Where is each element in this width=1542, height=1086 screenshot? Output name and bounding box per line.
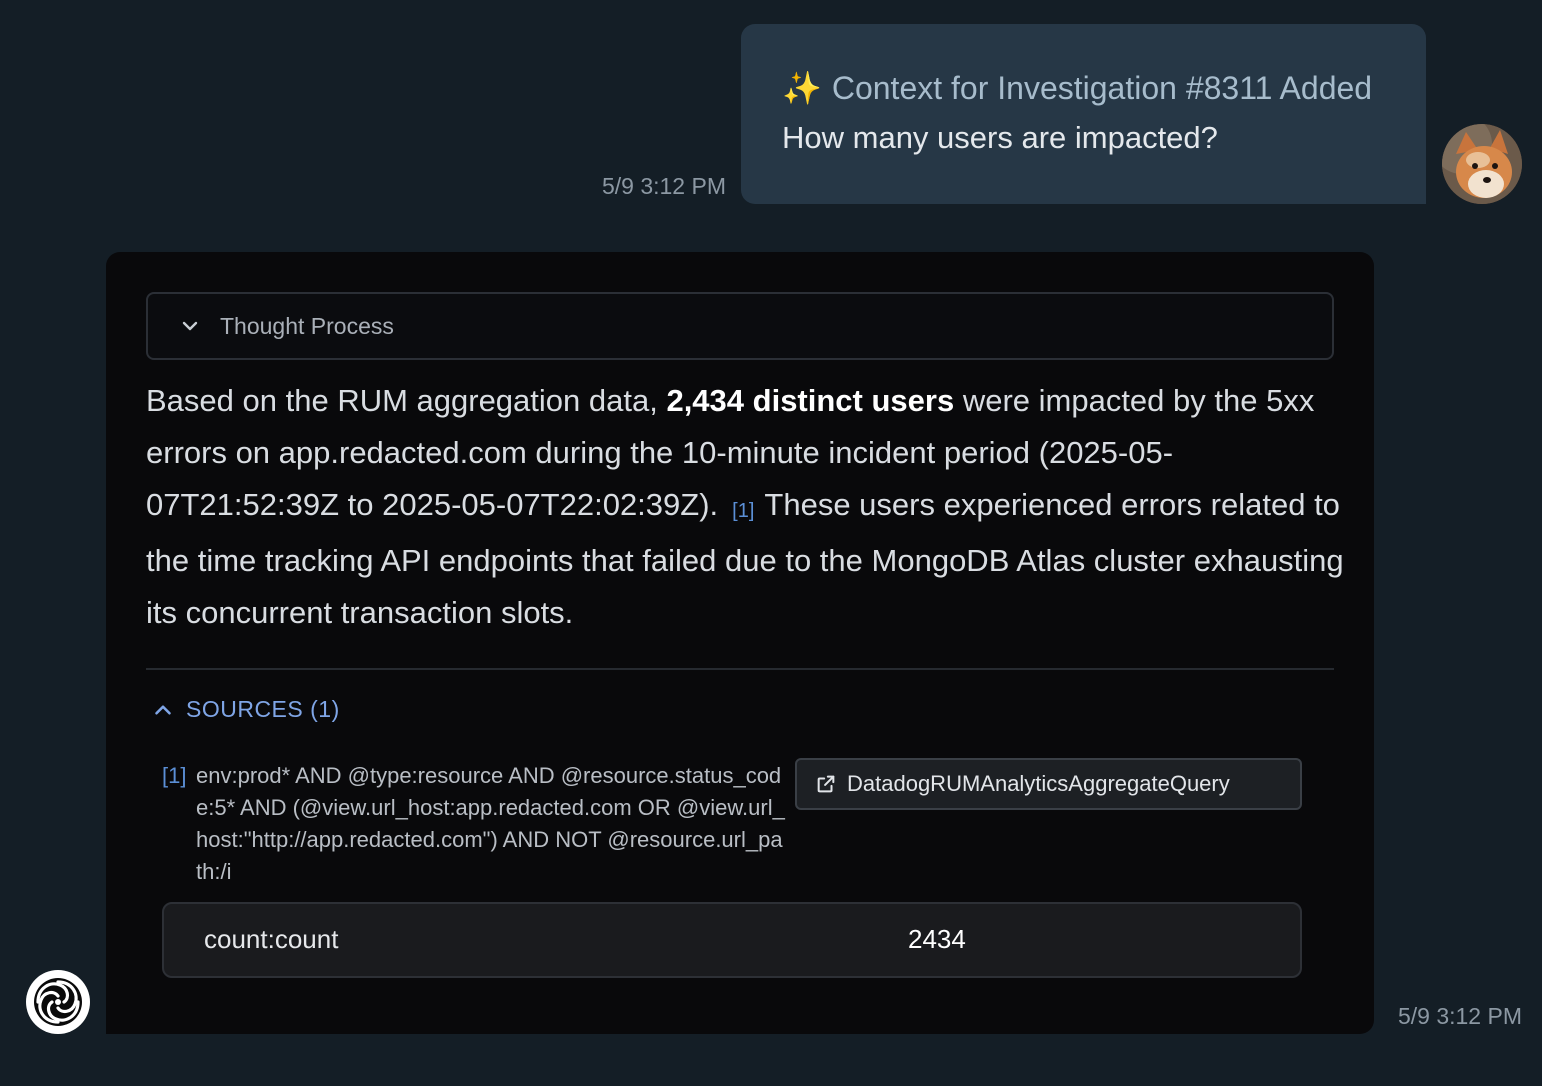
sparkles-icon: ✨ (782, 70, 822, 106)
source-result-table: count:count 2434 (162, 902, 1302, 978)
assistant-message-timestamp: 5/9 3:12 PM (1397, 1003, 1522, 1029)
user-question: How many users are impacted? (782, 120, 1218, 155)
divider (146, 668, 1334, 670)
shiba-dog-avatar-image (1442, 124, 1522, 204)
assistant-swirl-logo-icon (34, 978, 82, 1026)
chat-thread: ✨ Context for Investigation #8311 Added H… (0, 0, 1542, 1086)
thought-process-label: Thought Process (220, 312, 394, 339)
user-message-timestamp: 5/9 3:12 PM (601, 173, 726, 199)
assistant-answer-text: Based on the RUM aggregation data, 2,434… (146, 375, 1346, 639)
result-key: count:count (204, 924, 339, 954)
answer-text-part: Based on the RUM aggregation data, (146, 383, 667, 418)
open-source-query-button[interactable]: DatadogRUMAnalyticsAggregateQuery (795, 758, 1302, 810)
context-text: Context for Investigation #8311 Added (831, 70, 1373, 106)
assistant-message-card: Thought Process Based on the RUM aggrega… (106, 252, 1374, 1034)
sources-toggle[interactable]: SOURCES (1) (150, 696, 340, 723)
answer-highlight: 2,434 distinct users (666, 383, 955, 418)
source-number: [1] (162, 763, 187, 788)
source-query-text: env:prod* AND @type:resource AND @resour… (196, 763, 785, 884)
external-link-icon (817, 775, 835, 793)
user-message-bubble: ✨ Context for Investigation #8311 Added H… (741, 24, 1426, 204)
citation-link[interactable]: [1] (732, 500, 754, 522)
chevron-down-icon (182, 321, 198, 331)
thought-process-toggle[interactable]: Thought Process (146, 292, 1334, 360)
context-added-line: ✨ Context for Investigation #8311 Added (782, 68, 1386, 108)
result-value: 2434 (908, 924, 966, 954)
chevron-up-icon (155, 704, 171, 715)
tool-button-label: DatadogRUMAnalyticsAggregateQuery (847, 771, 1230, 796)
avatar[interactable] (1442, 124, 1522, 204)
sources-label: SOURCES (1) (186, 696, 340, 722)
assistant-avatar (26, 970, 90, 1034)
